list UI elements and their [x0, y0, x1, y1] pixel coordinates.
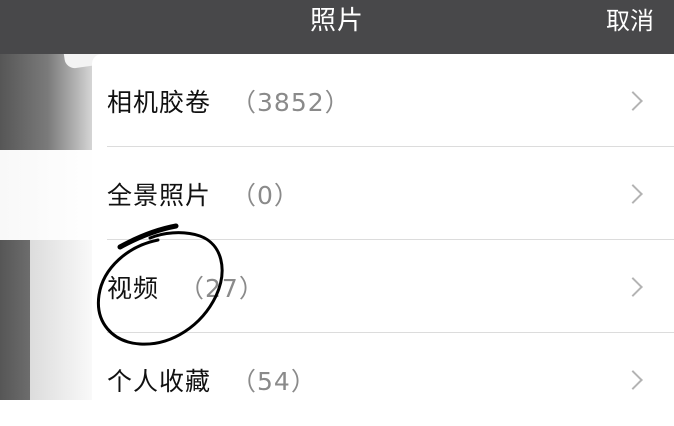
album-count: （27） [179, 273, 265, 303]
album-row-videos[interactable]: 视频 （27） [92, 240, 674, 333]
album-row-camera-roll[interactable]: 相机胶卷 （3852） [92, 54, 674, 147]
album-name: 个人收藏 [107, 366, 212, 396]
background-photo-highlight [0, 150, 100, 240]
background-photo [0, 0, 118, 400]
album-list: 相机胶卷 （3852） 全景照片 （0） 视频 （27） 个人收藏 （54） [92, 54, 674, 400]
page-title: 照片 [309, 6, 364, 36]
album-name: 视频 [107, 273, 160, 303]
chevron-right-icon [623, 90, 643, 111]
album-name: 全景照片 [107, 180, 212, 210]
chevron-right-icon [623, 276, 643, 297]
album-row-favorites[interactable]: 个人收藏 （54） [92, 333, 674, 426]
navigation-bar: 照片 取消 [0, 0, 674, 54]
chevron-right-icon [623, 369, 643, 390]
chevron-right-icon [623, 183, 643, 204]
album-count: （3852） [231, 87, 351, 117]
album-count: （0） [231, 180, 300, 210]
album-row-panoramas[interactable]: 全景照片 （0） [92, 147, 674, 240]
album-name: 相机胶卷 [107, 87, 212, 117]
cancel-button[interactable]: 取消 [606, 0, 654, 44]
album-count: （54） [231, 366, 317, 396]
